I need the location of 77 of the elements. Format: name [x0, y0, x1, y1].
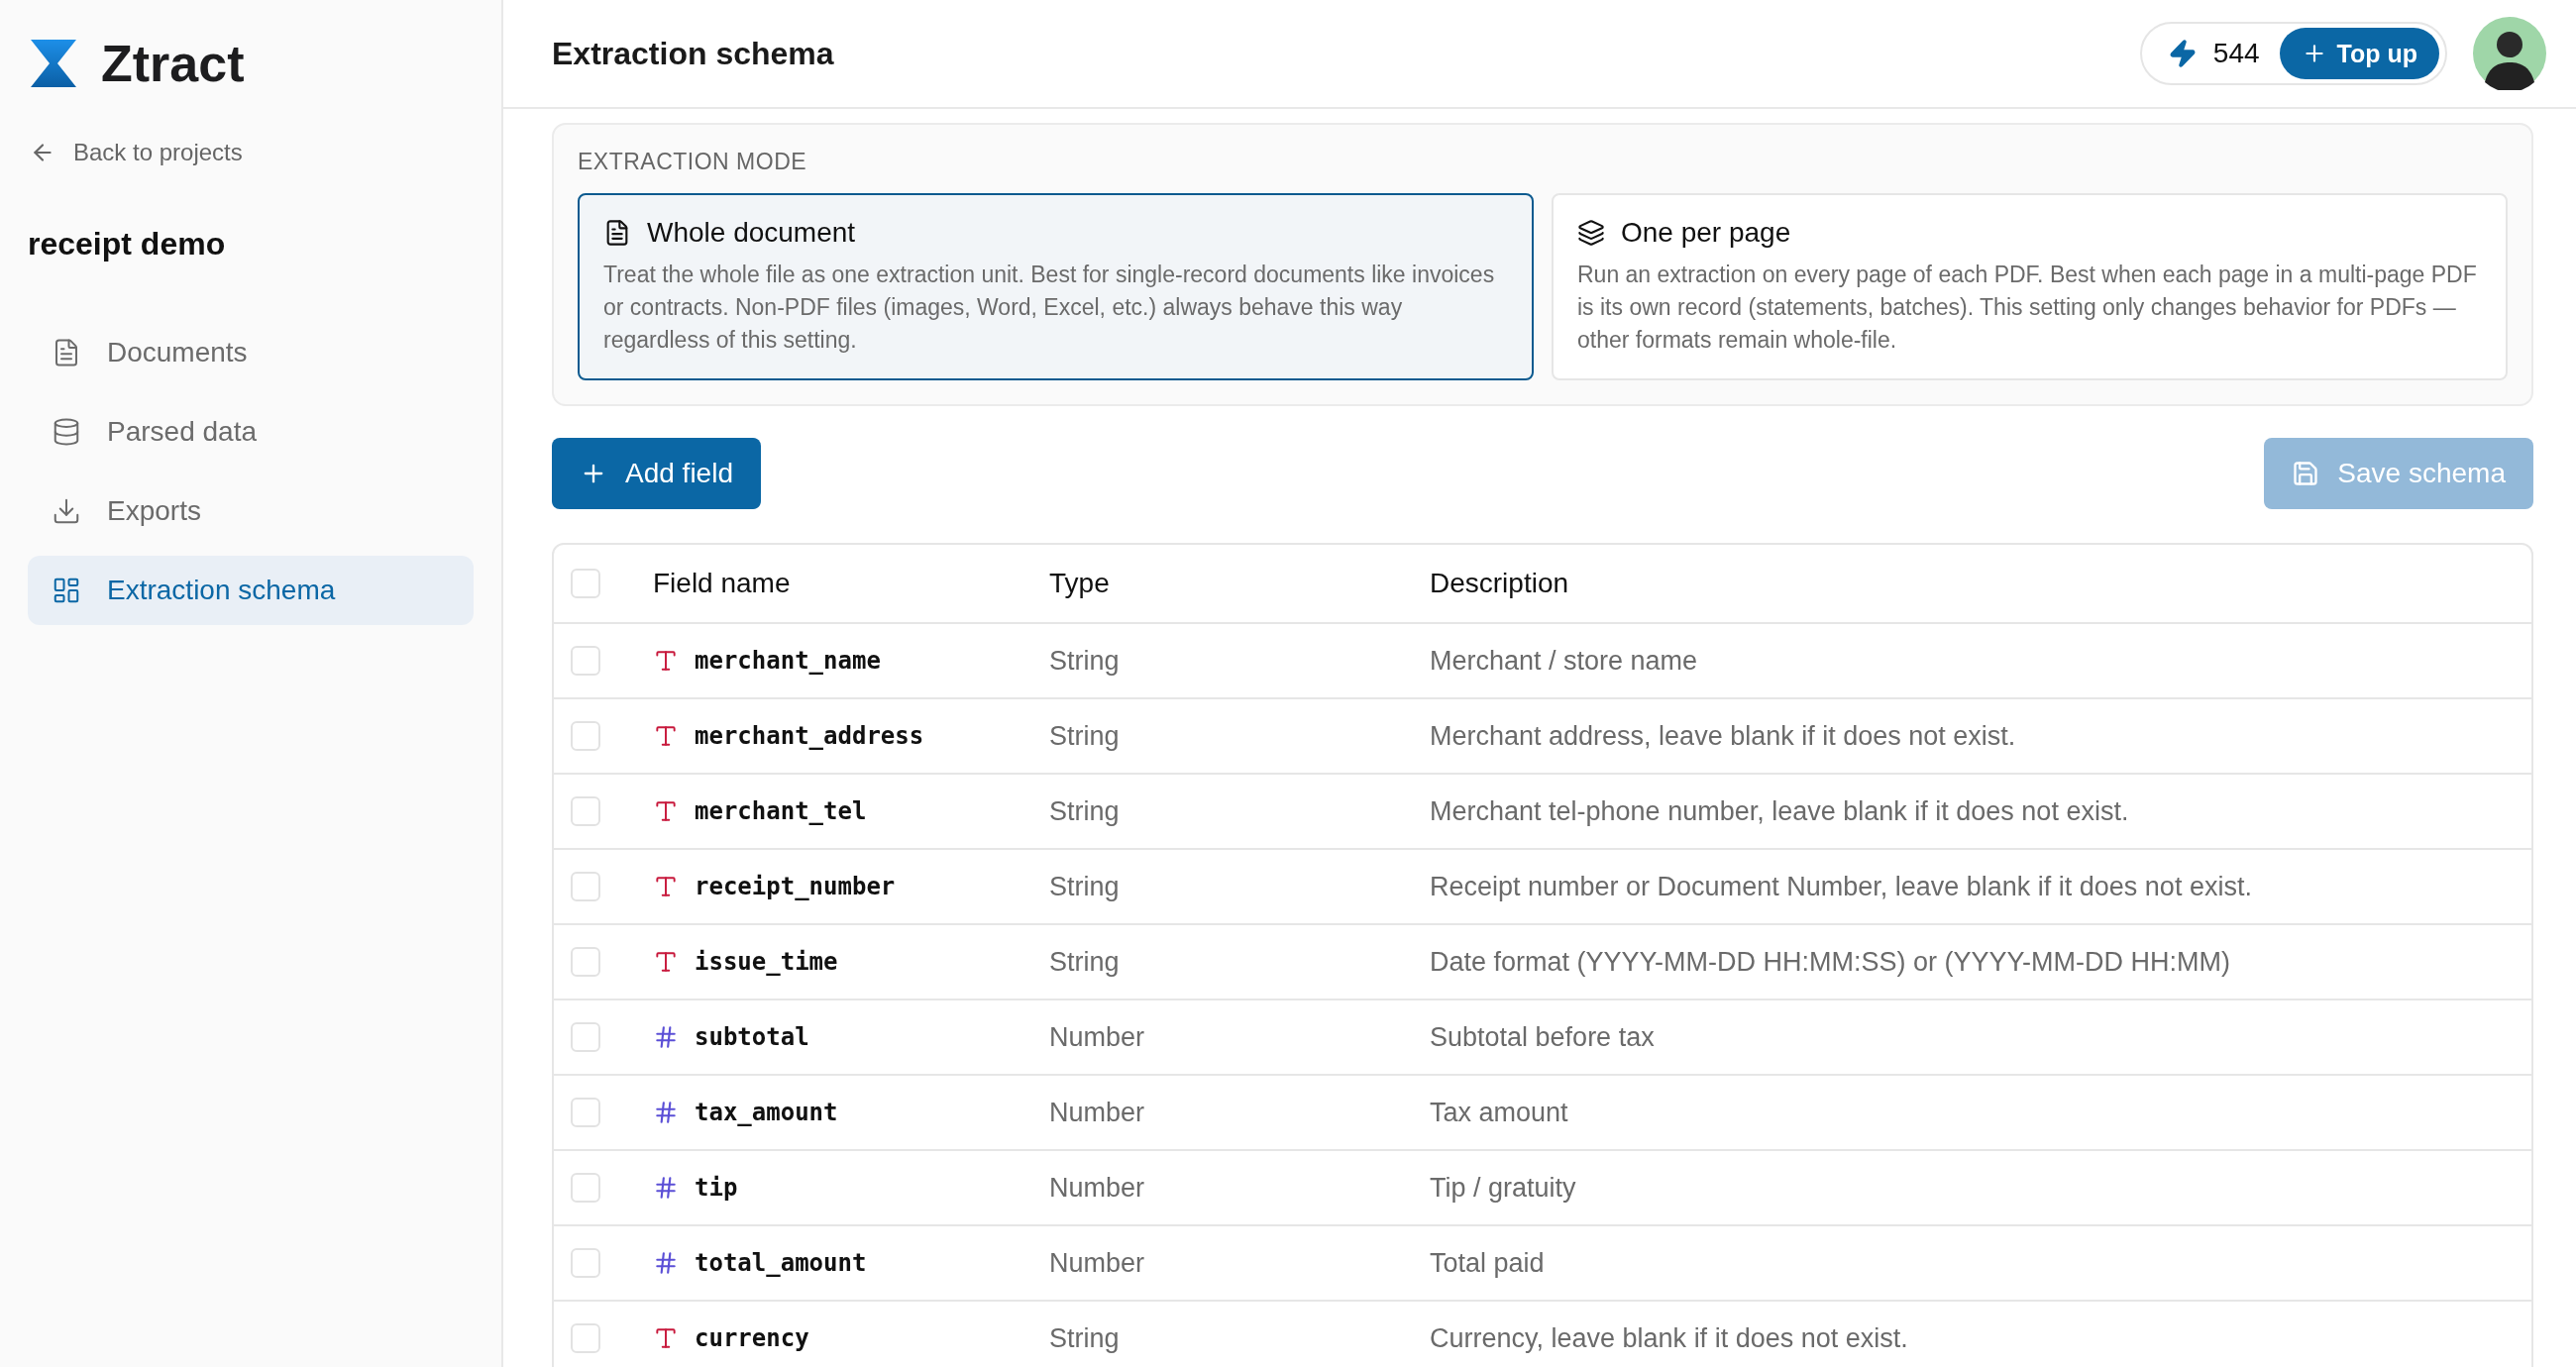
field-description: Tip / gratuity: [1429, 1172, 1577, 1204]
hash-icon: [653, 1100, 679, 1125]
credit-count: 544: [2212, 38, 2260, 69]
select-all-checkbox[interactable]: [571, 569, 600, 598]
row-checkbox[interactable]: [571, 1248, 600, 1278]
grid-icon: [52, 576, 81, 605]
field-name: tax_amount: [695, 1099, 838, 1126]
add-field-button[interactable]: Add field: [552, 438, 761, 509]
field-name: merchant_tel: [695, 797, 867, 825]
mode-description: Run an extraction on every page of each PDF. Best when each page in a multi-page PDF is its own record (statements, batches). This setting only changes behavior for PDFs — other formats remain whole-file.: [1577, 261, 2478, 355]
row-checkbox[interactable]: [571, 1022, 600, 1052]
row-checkbox[interactable]: [571, 1173, 600, 1203]
row-checkbox[interactable]: [571, 796, 600, 826]
logo-icon: [28, 40, 79, 87]
field-name: tip: [695, 1174, 738, 1202]
row-checkbox[interactable]: [571, 721, 600, 751]
field-type: String: [1048, 645, 1121, 677]
mode-title: One per page: [1621, 217, 1791, 249]
field-name: merchant_address: [695, 722, 924, 750]
field-type: String: [1048, 720, 1121, 752]
page-title: Extraction schema: [552, 35, 835, 72]
field-type: Number: [1048, 1172, 1146, 1204]
top-up-button[interactable]: Top up: [2279, 28, 2439, 79]
hash-icon: [653, 1250, 679, 1276]
sidebar-item[interactable]: Exports: [28, 476, 474, 546]
section-label: EXTRACTION MODE: [578, 149, 808, 175]
field-description: Merchant address, leave blank if it does not exist.: [1429, 720, 2017, 752]
download-icon: [52, 496, 81, 526]
mode-title: Whole document: [647, 217, 856, 249]
row-checkbox[interactable]: [571, 1323, 600, 1353]
field-type: String: [1048, 1322, 1121, 1354]
field-description: Tax amount: [1429, 1097, 1569, 1128]
database-icon: [52, 417, 81, 447]
text-type-icon: [653, 798, 679, 824]
field-description: Receipt number or Document Number, leave blank if it does not exist.: [1429, 871, 2253, 902]
row-checkbox[interactable]: [571, 947, 600, 977]
field-name: issue_time: [695, 948, 838, 976]
text-type-icon: [653, 723, 679, 749]
project-name: receipt demo: [28, 226, 227, 263]
avatar[interactable]: [2473, 17, 2546, 90]
text-type-icon: [653, 1325, 679, 1351]
back-link[interactable]: Back to projects: [28, 139, 243, 166]
text-type-icon: [653, 874, 679, 899]
row-checkbox[interactable]: [571, 872, 600, 901]
text-type-icon: [653, 949, 679, 975]
sidebar-item[interactable]: Documents: [28, 318, 474, 387]
field-description: Total paid: [1429, 1247, 1546, 1279]
field-type: String: [1048, 946, 1121, 978]
field-type: String: [1048, 871, 1121, 902]
field-description: Date format (YYYY-MM-DD HH:MM:SS) or (YYYY-MM-DD HH:MM): [1429, 946, 2232, 978]
field-description: Subtotal before tax: [1429, 1021, 1656, 1053]
field-name: subtotal: [695, 1023, 809, 1051]
column-header: Type: [1048, 568, 1111, 599]
field-name: currency: [695, 1324, 809, 1352]
row-checkbox[interactable]: [571, 1098, 600, 1127]
field-type: Number: [1048, 1247, 1146, 1279]
hash-icon: [653, 1024, 679, 1050]
hash-icon: [653, 1175, 679, 1201]
sidebar-item[interactable]: Extraction schema: [28, 556, 474, 625]
field-type: Number: [1048, 1021, 1146, 1053]
field-description: Merchant tel-phone number, leave blank if it does not exist.: [1429, 795, 2130, 827]
field-name: receipt_number: [695, 873, 896, 900]
field-type: Number: [1048, 1097, 1146, 1128]
layers-icon: [1577, 219, 1605, 247]
field-name: total_amount: [695, 1249, 867, 1277]
text-type-icon: [653, 648, 679, 674]
column-header: Field name: [652, 568, 792, 599]
mode-description: Treat the whole file as one extraction unit. Best for single-record documents like invoices or contracts. Non-PDF files (images, Word, Excel, etc.) always behave this way regardless of this setting.: [603, 261, 1496, 355]
sidebar-item[interactable]: Parsed data: [28, 397, 474, 467]
field-description: Merchant / store name: [1429, 645, 1699, 677]
column-header: Description: [1429, 568, 1570, 599]
field-type: String: [1048, 795, 1121, 827]
brand-name: Ztract: [101, 34, 245, 93]
field-name: merchant_name: [695, 647, 881, 675]
mode-option-card[interactable]: [578, 193, 1534, 380]
row-checkbox[interactable]: [571, 646, 600, 676]
field-description: Currency, leave blank if it does not exist.: [1429, 1322, 1909, 1354]
